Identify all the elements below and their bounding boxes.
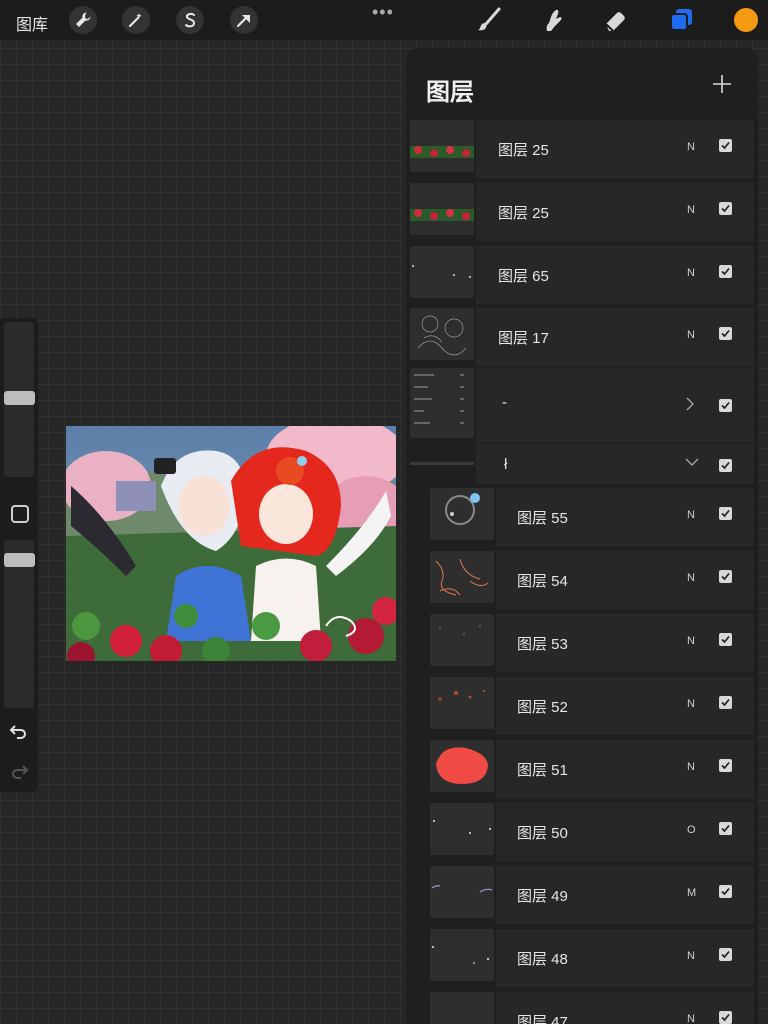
visibility-checkbox[interactable] [719,1011,732,1024]
redo-icon[interactable] [9,762,29,780]
arrow-transform-icon[interactable] [230,6,258,34]
visibility-checkbox[interactable] [719,885,732,898]
layer-row[interactable]: 图层 50 O [410,803,758,861]
layer-name: 图层 48 [517,951,568,968]
layer-row[interactable]: 图层 48 N [410,929,758,987]
blend-mode-button[interactable]: N [687,329,695,341]
blend-mode-button[interactable]: N [687,698,695,710]
layer-name: 图层 49 [517,888,568,905]
layer-name: 图层 54 [517,573,568,590]
layer-name: 图层 53 [517,636,568,653]
layer-row[interactable]: 图层 53 N [410,614,758,672]
blend-mode-button[interactable]: N [687,572,695,584]
visibility-checkbox[interactable] [719,139,732,152]
layer-thumbnail [430,740,494,792]
visibility-checkbox[interactable] [719,759,732,772]
top-toolbar: 图库 ••• [0,0,768,40]
group-name: - [502,394,507,411]
layer-row[interactable]: 图层 49 M [410,866,758,924]
visibility-checkbox[interactable] [719,822,732,835]
opacity-handle[interactable] [4,553,35,567]
magic-wand-icon[interactable] [122,6,150,34]
layer-thumbnail [430,551,494,603]
layer-group-expanded[interactable]: ł [410,444,758,484]
layer-thumbnail [430,803,494,855]
blend-mode-button[interactable]: N [687,267,695,279]
visibility-checkbox[interactable] [719,507,732,520]
visibility-checkbox[interactable] [719,570,732,583]
color-picker-button[interactable] [734,8,758,32]
more-menu-button[interactable]: ••• [372,2,394,23]
eraser-icon[interactable] [600,6,630,34]
visibility-checkbox[interactable] [719,265,732,278]
visibility-checkbox[interactable] [719,696,732,709]
blend-mode-button[interactable]: N [687,761,695,773]
blend-mode-button[interactable]: N [687,204,695,216]
layer-thumbnail [430,929,494,981]
layer-name: 图层 17 [498,330,549,347]
layer-name: 图层 65 [498,268,549,285]
chevron-down-icon[interactable] [684,456,700,468]
layer-thumbnail [430,866,494,918]
layer-thumbnail [410,308,474,360]
blend-mode-button[interactable]: M [687,887,696,899]
brush-icon[interactable] [474,6,504,34]
blend-mode-button[interactable]: N [687,950,695,962]
modify-button[interactable] [11,505,29,523]
layers-panel: 图层 图层 25 N 图层 25 N 图层 65 N 图层 17 N - ł 图… [406,48,758,1024]
visibility-checkbox[interactable] [719,202,732,215]
blend-mode-button[interactable]: N [687,1013,695,1024]
layer-row[interactable]: 图层 55 N [410,488,758,546]
group-thumbnail [410,368,474,438]
canvas-artwork[interactable] [66,426,396,661]
layer-name: 图层 52 [517,699,568,716]
blend-mode-button[interactable]: N [687,141,695,153]
gallery-button[interactable]: 图库 [16,11,48,35]
layer-name: 图层 50 [517,825,568,842]
layer-row[interactable]: 图层 25 N [410,183,758,241]
wrench-icon[interactable] [69,6,97,34]
blend-mode-button[interactable]: O [687,824,696,836]
layer-row[interactable]: 图层 51 N [410,740,758,798]
layer-row[interactable]: 图层 54 N [410,551,758,609]
blend-mode-button[interactable]: N [687,509,695,521]
brush-size-handle[interactable] [4,391,35,405]
group-name: ł [504,456,508,473]
visibility-checkbox[interactable] [719,459,732,472]
chevron-right-icon[interactable] [684,396,696,412]
selection-s-icon[interactable] [176,6,204,34]
blend-mode-button[interactable]: N [687,635,695,647]
layer-thumbnail [430,614,494,666]
layer-name: 图层 25 [498,205,549,222]
layer-name: 图层 47 [517,1014,568,1024]
undo-icon[interactable] [9,722,29,740]
layer-thumbnail [430,677,494,729]
layer-row[interactable]: 图层 17 N [410,308,758,366]
layer-name: 图层 51 [517,762,568,779]
visibility-checkbox[interactable] [719,399,732,412]
layer-thumbnail [430,992,494,1024]
add-layer-button[interactable] [708,70,736,98]
layer-name: 图层 55 [517,510,568,527]
panel-title: 图层 [426,79,474,106]
layer-row[interactable]: 图层 65 N [410,246,758,304]
left-sidebar [0,318,38,792]
layers-icon[interactable] [666,6,696,34]
visibility-checkbox[interactable] [719,327,732,340]
layer-thumbnail [430,488,494,540]
layer-thumbnail [410,246,474,298]
layer-thumbnail [410,183,474,235]
layer-row[interactable]: 图层 25 N [410,120,758,178]
layer-row[interactable]: 图层 52 N [410,677,758,735]
layer-row[interactable]: 图层 47 N [410,992,758,1024]
smudge-icon[interactable] [537,6,567,34]
layer-name: 图层 25 [498,142,549,159]
layer-group-collapsed[interactable]: - [410,368,758,442]
visibility-checkbox[interactable] [719,948,732,961]
visibility-checkbox[interactable] [719,633,732,646]
layer-thumbnail [410,120,474,172]
